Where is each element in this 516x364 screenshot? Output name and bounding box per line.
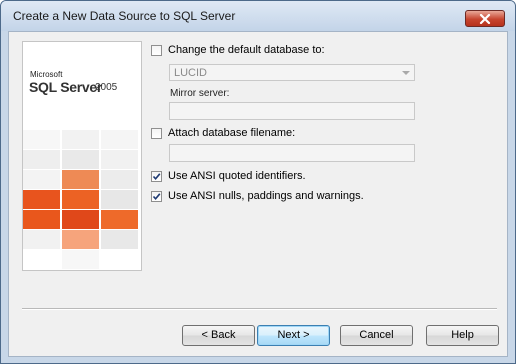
ansi-quoted-checkbox[interactable] xyxy=(151,171,162,182)
logo-tile xyxy=(62,250,99,269)
logo-brand-text: SQL Server xyxy=(29,79,103,95)
chevron-down-icon xyxy=(402,71,410,75)
check-icon xyxy=(152,193,161,201)
next-button[interactable]: Next > xyxy=(257,325,330,346)
ansi-quoted-option[interactable]: Use ANSI quoted identifiers. xyxy=(151,170,351,186)
logo-tile xyxy=(101,210,138,229)
close-button[interactable] xyxy=(465,10,505,27)
logo-tile xyxy=(101,230,138,249)
logo-tile xyxy=(23,230,60,249)
change-database-checkbox[interactable] xyxy=(151,45,162,56)
logo-tile xyxy=(62,190,99,209)
logo-tile xyxy=(101,130,138,149)
logo-tile xyxy=(23,170,60,189)
help-button[interactable]: Help xyxy=(426,325,499,346)
change-database-label: Change the default database to: xyxy=(168,44,325,56)
dialog-window: Create a New Data Source to SQL Server M… xyxy=(0,0,516,364)
logo-tile xyxy=(62,150,99,169)
check-icon xyxy=(152,173,161,181)
ansi-nulls-label: Use ANSI nulls, paddings and warnings. xyxy=(168,190,364,202)
logo-tile xyxy=(62,210,99,229)
window-title: Create a New Data Source to SQL Server xyxy=(13,9,236,23)
database-select-value: LUCID xyxy=(174,67,208,79)
mirror-server-input[interactable] xyxy=(169,102,415,120)
database-select[interactable]: LUCID xyxy=(169,64,415,81)
attach-database-option[interactable]: Attach database filename: xyxy=(151,127,351,143)
dialog-client-area: Microsoft SQL Server 2005 Change the def… xyxy=(8,31,508,357)
cancel-button[interactable]: Cancel xyxy=(340,325,413,346)
ansi-nulls-option[interactable]: Use ANSI nulls, paddings and warnings. xyxy=(151,190,371,206)
sql-server-logo-panel: Microsoft SQL Server 2005 xyxy=(22,41,142,271)
logo-tile xyxy=(101,150,138,169)
logo-version-text: 2005 xyxy=(95,82,118,93)
button-separator xyxy=(22,308,497,310)
logo-tile xyxy=(62,130,99,149)
ansi-quoted-label: Use ANSI quoted identifiers. xyxy=(168,170,306,182)
attach-database-checkbox[interactable] xyxy=(151,128,162,139)
attach-database-label: Attach database filename: xyxy=(168,127,296,139)
logo-tile xyxy=(23,130,60,149)
logo-tile xyxy=(101,170,138,189)
logo-tile xyxy=(62,230,99,249)
title-bar[interactable]: Create a New Data Source to SQL Server xyxy=(1,1,515,31)
logo-tile xyxy=(23,150,60,169)
attach-filename-input[interactable] xyxy=(169,144,415,162)
logo-tile xyxy=(101,190,138,209)
ansi-nulls-checkbox[interactable] xyxy=(151,191,162,202)
change-database-option[interactable]: Change the default database to: xyxy=(151,44,351,60)
logo-tile xyxy=(23,210,60,229)
close-icon xyxy=(479,14,491,24)
mirror-server-label: Mirror server: xyxy=(170,88,230,99)
logo-microsoft-text: Microsoft xyxy=(30,70,63,79)
back-button[interactable]: < Back xyxy=(182,325,255,346)
logo-tile xyxy=(23,190,60,209)
logo-tile xyxy=(62,170,99,189)
